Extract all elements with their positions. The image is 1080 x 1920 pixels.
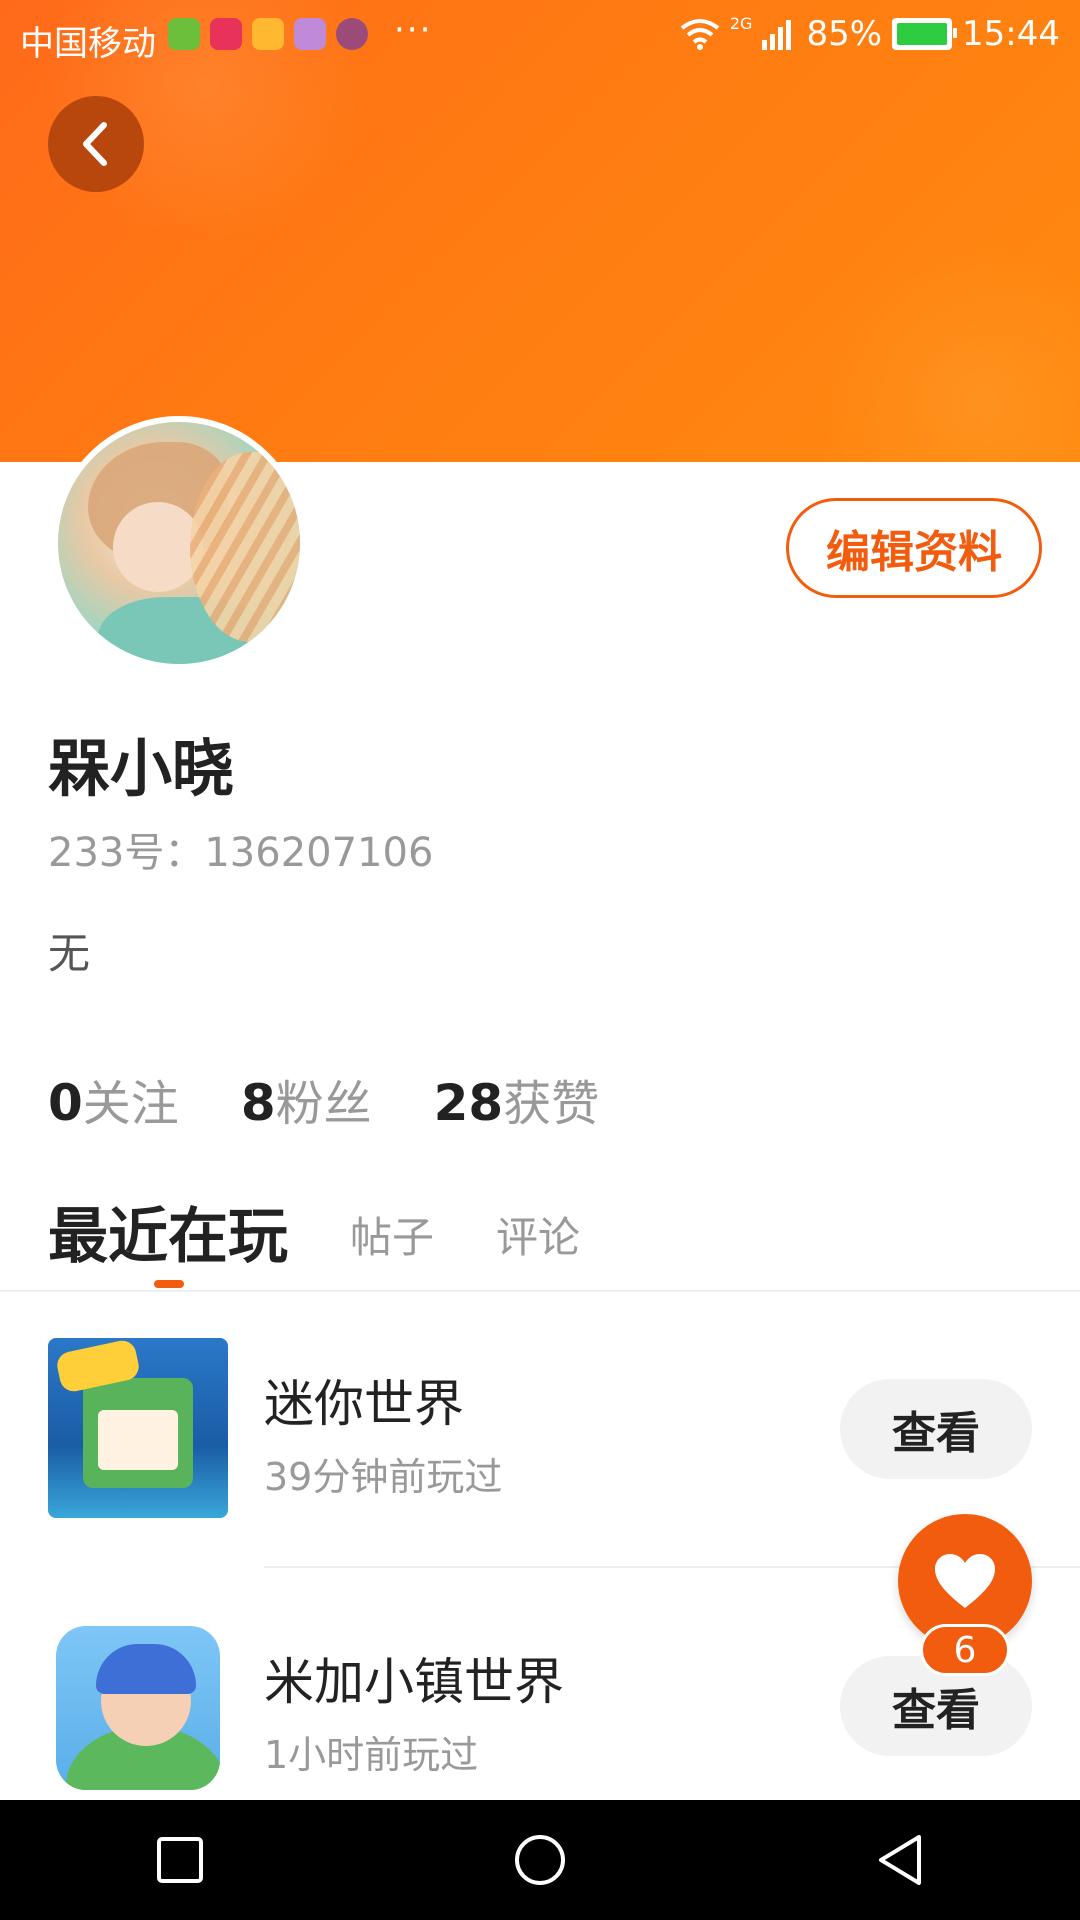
status-right: 2G 85% 15:44 <box>680 14 1060 54</box>
system-nav-bar <box>0 1800 1080 1920</box>
following-count: 0 <box>48 1074 83 1132</box>
carrier-label: 中国移动 <box>20 24 156 64</box>
music-icon <box>294 18 326 50</box>
game-played-time: 1小时前玩过 <box>264 1733 479 1777</box>
youku-icon <box>210 18 242 50</box>
network-type: 2G <box>729 14 753 33</box>
signal-icon <box>762 20 792 50</box>
like-count-badge: 6 <box>920 1624 1010 1676</box>
browser-icon <box>336 18 368 50</box>
likes-stat[interactable]: 28 获赞 <box>434 1064 600 1134</box>
fans-stat[interactable]: 8 粉丝 <box>241 1064 372 1134</box>
user-id: 233号：136207106 <box>48 830 434 876</box>
view-game-button[interactable]: 查看 <box>840 1379 1032 1479</box>
game-icon-miga-town <box>56 1626 220 1790</box>
likes-count: 28 <box>433 1074 504 1132</box>
wifi-icon <box>680 19 720 50</box>
iqiyi-icon <box>168 18 200 50</box>
game-title: 米加小镇世界 <box>264 1653 564 1711</box>
tab-comments[interactable]: 评论 <box>496 1204 580 1265</box>
status-app-icons <box>168 18 368 50</box>
home-button[interactable] <box>500 1820 580 1900</box>
gallery-icon <box>252 18 284 50</box>
circle-icon <box>515 1835 565 1885</box>
chevron-left-icon <box>83 122 107 166</box>
nickname: 槑小晓 <box>48 732 235 805</box>
battery-percent: 85% <box>806 14 883 54</box>
triangle-back-icon <box>879 1835 921 1885</box>
fans-label: 粉丝 <box>275 1076 372 1132</box>
back-button[interactable] <box>48 96 144 192</box>
stats-row: 0 关注 8 粉丝 28 获赞 <box>48 1064 661 1134</box>
bio: 无 <box>48 929 91 978</box>
heart-icon <box>935 1554 995 1608</box>
active-tab-indicator <box>154 1280 184 1288</box>
tabs-divider <box>0 1290 1080 1292</box>
fans-count: 8 <box>240 1074 276 1132</box>
tab-posts[interactable]: 帖子 <box>350 1204 434 1265</box>
game-played-time: 39分钟前玩过 <box>264 1455 503 1499</box>
clock: 15:44 <box>962 14 1060 54</box>
following-label: 关注 <box>82 1076 179 1132</box>
back-nav-button[interactable] <box>860 1820 940 1900</box>
recent-apps-button[interactable] <box>140 1820 220 1900</box>
likes-label: 获赞 <box>503 1076 600 1132</box>
status-bar: 中国移动 ··· 2G 85% 15:44 <box>0 0 1080 72</box>
following-stat[interactable]: 0 关注 <box>48 1064 179 1134</box>
square-icon <box>157 1837 203 1883</box>
profile-tabs: 最近在玩 帖子 评论 <box>48 1188 642 1275</box>
game-title: 迷你世界 <box>264 1375 464 1433</box>
more-notifications-icon: ··· <box>394 10 433 50</box>
battery-icon <box>892 18 958 50</box>
game-icon-mini-world <box>48 1338 228 1518</box>
tab-recently-played[interactable]: 最近在玩 <box>48 1188 288 1275</box>
edit-profile-button[interactable]: 编辑资料 <box>786 498 1042 598</box>
avatar[interactable] <box>52 416 306 670</box>
game-list-item[interactable]: 迷你世界 39分钟前玩过 查看 <box>0 1334 1080 1564</box>
